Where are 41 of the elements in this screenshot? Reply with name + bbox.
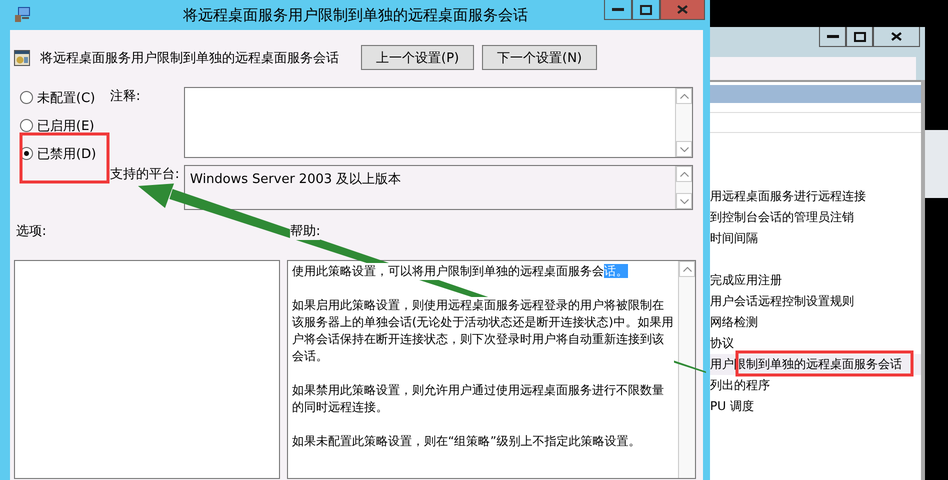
policy-item[interactable]: PU 调度 [710,396,921,417]
window-edge [925,130,948,198]
scroll-up-icon[interactable] [680,94,688,98]
minimize-icon [826,34,838,38]
policy-icon [14,50,30,66]
maximize-icon [640,4,652,14]
minimize-button[interactable] [604,0,632,20]
radio-button[interactable] [20,119,33,132]
minimize-button[interactable] [819,27,846,47]
window-title: 将远程桌面服务用户限制到单独的远程桌面服务会话 [183,6,528,24]
help-label: 帮助: [290,222,320,240]
policy-item[interactable]: 到控制台会话的管理员注销 [710,207,921,228]
radio-label: 已启用(E) [37,118,94,134]
policy-item[interactable]: 协议 [710,333,921,354]
computer-icon [14,7,31,22]
scroll-down-icon[interactable] [680,198,688,204]
policy-item[interactable]: 网络检测 [710,312,921,333]
policy-item[interactable]: 时间间隔 [710,228,921,249]
maximize-icon [854,32,866,42]
scrollbar[interactable] [921,80,925,480]
radio-label: 未配置(C) [37,90,96,106]
close-icon [891,32,902,41]
policy-item[interactable]: 完成应用注册 [710,270,921,291]
navigation-button[interactable]: 上一个设置(P) [361,45,474,70]
comment-field[interactable] [184,87,693,158]
scroll-up-icon[interactable] [682,266,692,272]
close-button[interactable] [873,27,920,47]
radio-button[interactable] [20,91,33,104]
navigation-button[interactable]: 下一个设置(N) [482,45,597,70]
policy-item[interactable]: 用远程桌面服务进行远程连接 [710,186,921,207]
options-label: 选项: [16,222,46,240]
close-icon [677,5,688,14]
minimize-icon [612,8,624,12]
help-paragraph: 如果启用此策略设置，则使用远程桌面服务远程登录的用户将被限制在该服务器上的单独会话(无论处于活动状态还是断开连接状态)中。如果用户将会话保持在断开连接状态，则下次登录时用户将自动重新连接到该会话。 [292,297,674,365]
policy-item[interactable]: 列出的程序 [710,375,921,396]
maximize-button[interactable] [846,27,873,47]
policy-item[interactable]: 用户会话远程控制设置规则 [710,291,921,312]
scroll-down-icon[interactable] [680,146,688,152]
radio-label: 已禁用(D) [37,146,96,162]
policy-heading: 将远程桌面服务用户限制到单独的远程桌面服务会话 [40,50,339,66]
scroll-up-icon[interactable] [680,172,688,176]
